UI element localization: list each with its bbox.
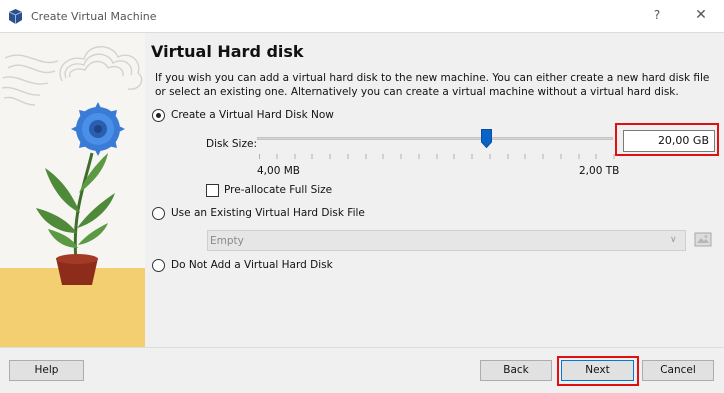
do-not-add-label[interactable]: Do Not Add a Virtual Hard Disk xyxy=(171,259,333,271)
slider-ticks xyxy=(259,154,615,159)
create-now-label[interactable]: Create a Virtual Hard Disk Now xyxy=(171,109,334,121)
do-not-add-radio[interactable] xyxy=(152,259,165,272)
create-now-radio[interactable] xyxy=(152,109,165,122)
wizard-footer: Help Back Next Cancel xyxy=(0,347,724,393)
use-existing-radio[interactable] xyxy=(152,207,165,220)
disk-size-slider-track[interactable] xyxy=(257,137,613,140)
disk-size-slider-thumb[interactable] xyxy=(481,129,492,148)
wizard-content: Virtual Hard disk If you wish you can ad… xyxy=(0,33,724,347)
chevron-down-icon: ∨ xyxy=(670,235,677,245)
wizard-illustration xyxy=(0,33,145,347)
slider-min-label: 4,00 MB xyxy=(257,165,300,177)
page-title: Virtual Hard disk xyxy=(151,42,304,61)
highlight-next xyxy=(557,356,639,386)
use-existing-label[interactable]: Use an Existing Virtual Hard Disk File xyxy=(171,207,365,219)
preallocate-checkbox[interactable] xyxy=(206,184,219,197)
highlight-disk-size xyxy=(615,123,719,156)
existing-disk-selected-value: Empty xyxy=(210,235,244,247)
virtualbox-icon xyxy=(8,9,23,24)
cancel-button[interactable]: Cancel xyxy=(642,360,714,381)
back-button[interactable]: Back xyxy=(480,360,552,381)
help-icon[interactable]: ? xyxy=(650,8,664,24)
slider-max-label: 2,00 TB xyxy=(579,165,620,177)
existing-disk-select[interactable]: Empty ∨ xyxy=(207,230,686,251)
page-description: If you wish you can add a virtual hard d… xyxy=(155,72,710,98)
title-bar: Create Virtual Machine ? ✕ xyxy=(0,0,724,33)
disk-size-label: Disk Size: xyxy=(206,138,257,150)
close-icon[interactable]: ✕ xyxy=(693,7,709,25)
preallocate-label[interactable]: Pre-allocate Full Size xyxy=(224,184,332,196)
choose-disk-file-icon[interactable] xyxy=(693,229,713,250)
help-button[interactable]: Help xyxy=(9,360,84,381)
window-title: Create Virtual Machine xyxy=(31,10,157,23)
